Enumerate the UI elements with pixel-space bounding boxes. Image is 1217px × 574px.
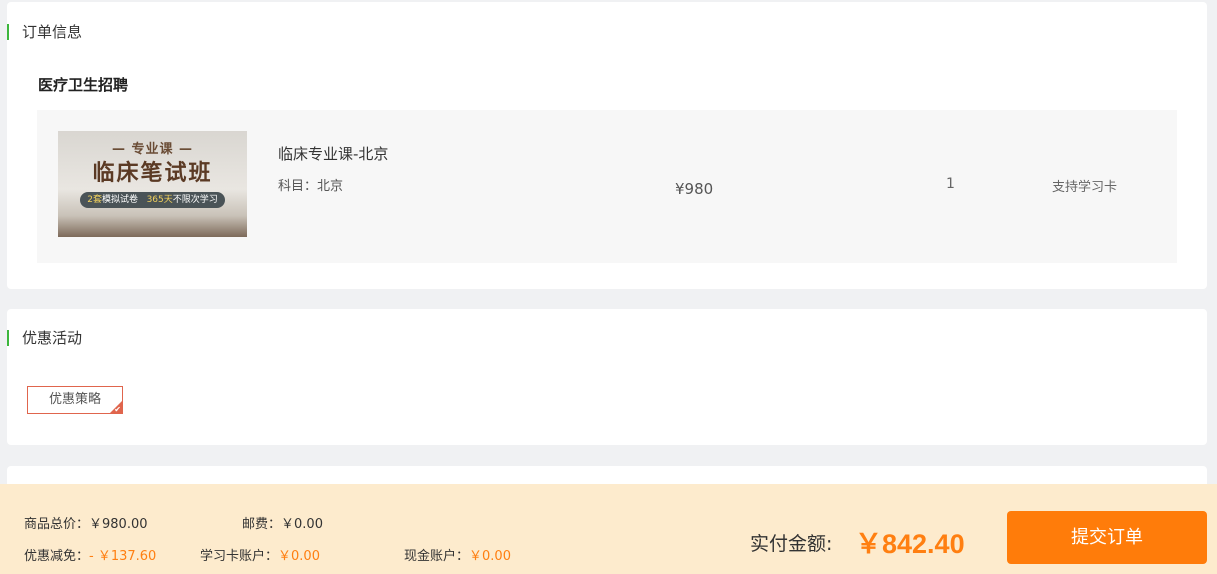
pill-b-text: 不限次学习 (172, 195, 218, 205)
submit-order-button[interactable]: 提交订单 (1007, 511, 1207, 564)
cash-account: 现金账户：￥0.00 (404, 545, 511, 564)
order-info-title: 订单信息 (7, 24, 82, 40)
order-item-row: — 专业课 — 临床笔试班 2套模拟试卷 365天不限次学习 临床专业课-北京 … (37, 110, 1177, 263)
promo-strategy-label: 优惠策略 (48, 392, 101, 407)
shipping-label: 邮费： (242, 517, 282, 532)
total-payable-amount: ￥842.40 (855, 529, 965, 559)
cash-account-label: 现金账户： (404, 549, 470, 564)
shipping-fee: 邮费：￥0.00 (242, 513, 323, 532)
check-icon: ✔ (114, 405, 121, 414)
study-card-support: 支持学习卡 (1052, 180, 1118, 195)
goods-total-label: 商品总价： (24, 517, 90, 532)
order-info-card: 订单信息 医疗卫生招聘 — 专业课 — 临床笔试班 2套模拟试卷 365天不限次… (7, 2, 1207, 289)
pill-a-number: 2套 (87, 195, 102, 205)
course-price: ¥980 (675, 180, 714, 198)
category-title: 医疗卫生招聘 (38, 76, 129, 94)
total-payable-label: 实付金额: (750, 533, 833, 555)
course-thumbnail[interactable]: — 专业课 — 临床笔试班 2套模拟试卷 365天不限次学习 (58, 131, 247, 237)
course-subject: 科目：北京 (278, 179, 344, 194)
cash-account-value: ￥0.00 (469, 549, 511, 564)
shipping-value: ￥0.00 (281, 517, 323, 532)
thumbnail-feature-pill: 2套模拟试卷 365天不限次学习 (80, 192, 225, 208)
promo-card: 优惠活动 优惠策略 ✔ (7, 309, 1207, 445)
study-card-account: 学习卡账户：￥0.00 (200, 545, 320, 564)
pill-b-number: 365天 (146, 195, 173, 205)
course-quantity: 1 (946, 176, 955, 192)
discount-label: 优惠减免： (24, 549, 90, 564)
promo-strategy-tag[interactable]: 优惠策略 ✔ (27, 386, 123, 414)
goods-total-value: ￥980.00 (89, 517, 148, 532)
discount-value: - ￥137.60 (89, 549, 157, 564)
study-card-account-value: ￥0.00 (278, 549, 320, 564)
goods-total: 商品总价：￥980.00 (24, 513, 148, 532)
course-name[interactable]: 临床专业课-北京 (278, 143, 388, 164)
order-summary-bar: 商品总价：￥980.00 邮费：￥0.00 优惠减免：- ￥137.60 学习卡… (0, 484, 1217, 574)
pill-a-text: 模拟试卷 (101, 195, 138, 205)
thumbnail-main-title: 临床笔试班 (92, 161, 213, 186)
promo-title: 优惠活动 (7, 330, 82, 346)
discount: 优惠减免：- ￥137.60 (24, 545, 156, 564)
study-card-account-label: 学习卡账户： (200, 549, 279, 564)
